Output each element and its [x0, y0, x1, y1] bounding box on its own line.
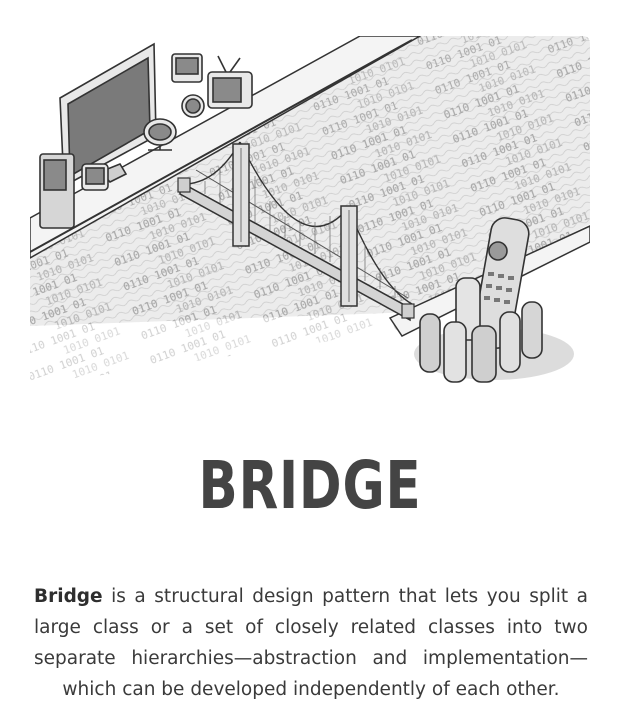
page-title: BRIDGE: [198, 447, 422, 524]
bridge-illustration: 0110 1001 01 1010 0101: [30, 36, 590, 386]
description-lead: Bridge: [34, 585, 103, 607]
description-body: is a structural design pattern that lets…: [34, 585, 588, 700]
pattern-description: Bridge is a structural design pattern th…: [34, 581, 588, 705]
